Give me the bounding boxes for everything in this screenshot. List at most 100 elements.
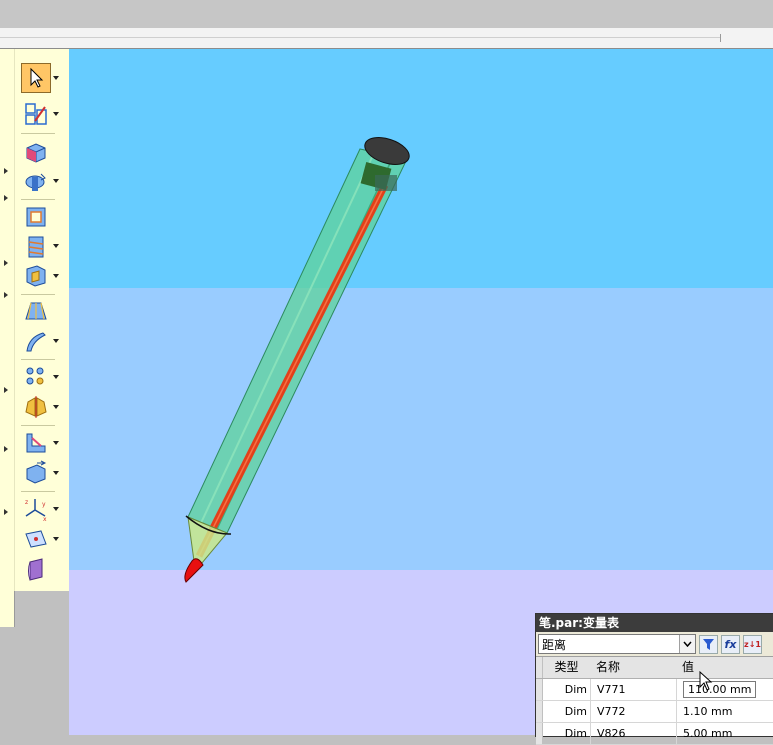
column-header-name[interactable]: 名称 [590,657,676,678]
surface-icon [28,558,43,581]
select-tool-button[interactable] [21,63,51,93]
variable-table-header: 类型 名称 值 [536,657,773,679]
chevron-down-icon[interactable] [53,76,59,80]
filter-dropdown-value: 距离 [542,637,567,652]
hole-tool-button[interactable] [21,202,51,232]
rib-icon [26,433,46,453]
revolve-tool-button[interactable] [21,167,51,197]
expand-arrow-icon[interactable] [4,387,8,393]
variable-table-window[interactable]: 笔.par:变量表 距离 fx z↓1 类型 名称 值 Dim V771 110… [535,613,773,745]
collapsed-side-panel[interactable] [0,49,15,627]
pattern-tool-button[interactable] [21,362,51,392]
mirror-tool-button[interactable] [21,392,51,422]
chevron-down-icon[interactable] [53,274,59,278]
table-row[interactable]: Dim V771 110.00 mm [536,679,773,701]
loft-icon [25,302,47,320]
chevron-down-icon[interactable] [53,471,59,475]
chevron-down-icon[interactable] [679,635,695,653]
toolbar-separator [21,294,55,295]
table-row[interactable]: Dim V772 1.10 mm [536,701,773,723]
svg-text:x: x [43,516,47,522]
toolbar-separator [21,425,55,426]
reference-plane-icon [25,530,47,548]
funnel-icon [703,638,714,650]
chevron-down-icon[interactable] [53,112,59,116]
chevron-down-icon[interactable] [53,244,59,248]
variable-table-controls: 距离 fx z↓1 [536,632,773,657]
mirror-icon [25,396,47,418]
column-header-value[interactable]: 值 [676,657,773,678]
mouse-cursor-icon [699,671,713,691]
row-value[interactable]: 5.00 mm [676,723,773,744]
row-value-editor[interactable]: 110.00 mm [683,681,757,698]
expand-arrow-icon[interactable] [4,260,8,266]
coordinate-system-icon: z y x [25,499,47,522]
chevron-down-icon[interactable] [53,537,59,541]
loft-tool-button[interactable] [21,297,51,327]
revolve-icon [25,173,46,191]
reference-plane-tool-button[interactable] [21,524,51,554]
row-name[interactable]: V772 [590,701,676,722]
row-type: Dim [564,705,587,718]
toolbar-separator [21,133,55,134]
formula-button[interactable]: fx [721,634,740,654]
sketch-plane-icon [25,103,47,125]
sort-button-label: z↓1 [744,639,761,649]
thread-tool-button[interactable] [21,232,51,262]
feature-toolbar: z y x [14,49,70,591]
variable-table-title: 笔.par:变量表 [536,614,773,632]
filter-dropdown[interactable]: 距离 [538,634,696,654]
row-header[interactable] [536,701,543,722]
toolbar-separator [21,359,55,360]
select-arrow-icon [30,67,44,88]
pattern-icon [26,367,44,385]
chevron-down-icon[interactable] [53,507,59,511]
svg-text:z: z [25,499,28,506]
surface-tool-button[interactable] [21,554,51,584]
panel-empty-area [0,627,68,735]
document-tab-strip [0,28,773,49]
window-title-bar [0,0,773,29]
row-header-corner [536,657,543,678]
pen-nib [184,558,204,583]
shell-tool-button[interactable] [21,458,51,488]
cutout-icon [26,265,46,287]
row-name[interactable]: V826 [590,723,676,744]
chevron-down-icon[interactable] [53,375,59,379]
expand-arrow-icon[interactable] [4,292,8,298]
sweep-tool-button[interactable] [21,327,51,357]
coordinate-system-tool-button[interactable]: z y x [21,494,51,524]
table-row[interactable]: Dim V826 5.00 mm [536,723,773,745]
chevron-down-icon[interactable] [53,179,59,183]
expand-arrow-icon[interactable] [4,195,8,201]
rib-tool-button[interactable] [21,428,51,458]
pen-refill-shine [198,184,386,557]
extrude-tool-button[interactable] [21,137,51,167]
filter-button[interactable] [699,634,718,654]
chevron-down-icon[interactable] [53,441,59,445]
row-value[interactable]: 1.10 mm [676,701,773,722]
sketch-tool-button[interactable] [21,99,51,129]
tab-strip-line [0,37,721,38]
chevron-down-icon[interactable] [53,339,59,343]
sweep-icon [26,332,46,352]
expand-arrow-icon[interactable] [4,509,8,515]
thread-icon [28,236,44,258]
chevron-down-icon[interactable] [53,405,59,409]
shell-icon [26,460,47,484]
expand-arrow-icon[interactable] [4,446,8,452]
row-header[interactable] [536,723,543,744]
row-type: Dim [564,727,587,740]
toolbar-separator [21,199,55,200]
svg-text:y: y [42,501,46,508]
pen-barrel-highlight [200,152,375,524]
sort-button[interactable]: z↓1 [743,634,762,654]
row-value-cell[interactable]: 110.00 mm [676,679,773,700]
extrude-box-icon [26,143,46,163]
row-name[interactable]: V771 [590,679,676,700]
row-header[interactable] [536,679,543,700]
expand-arrow-icon[interactable] [4,168,8,174]
toolbar-separator [21,491,55,492]
cutout-tool-button[interactable] [21,261,51,291]
column-header-type[interactable]: 类型 [543,657,590,678]
